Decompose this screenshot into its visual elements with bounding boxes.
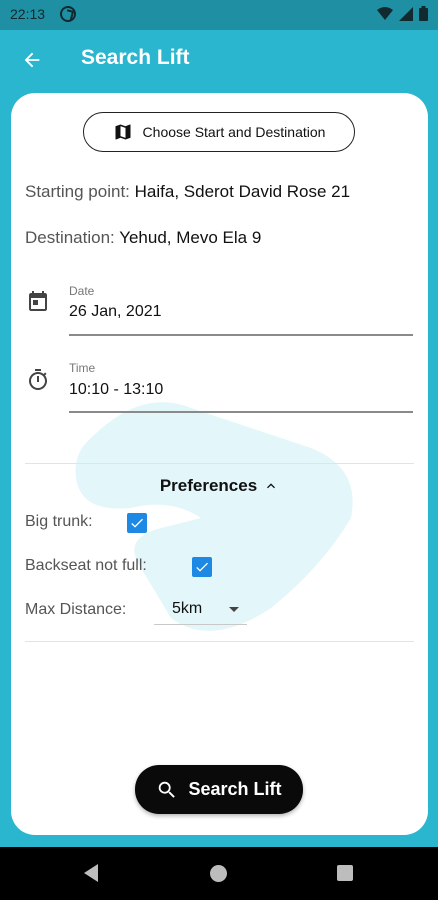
status-bar: 22:13: [0, 0, 438, 30]
system-nav-bar: [0, 847, 438, 900]
timer-icon: [29, 369, 47, 390]
big-trunk-checkbox[interactable]: [127, 513, 147, 533]
status-time: 22:13: [10, 6, 46, 22]
chevron-up-icon: [267, 483, 276, 489]
map-icon: [115, 124, 131, 140]
date-label: Date: [69, 284, 95, 298]
search-lift-button[interactable]: Search Lift: [135, 765, 303, 814]
battery-icon: [419, 6, 428, 21]
destination-label: Destination:: [25, 228, 115, 247]
check-icon: [131, 518, 143, 528]
choose-button-label: Choose Start and Destination: [142, 124, 326, 140]
destination-value: Yehud, Mevo Ela 9: [119, 228, 262, 247]
app-bar: Search Lift: [0, 30, 438, 90]
time-label: Time: [69, 361, 96, 375]
max-distance-label: Max Distance:: [25, 601, 127, 618]
signal-icon: [399, 6, 413, 21]
starting-point-row: Starting point: Haifa, Sderot David Rose…: [25, 182, 350, 202]
nav-home-icon[interactable]: [210, 865, 227, 882]
date-underline: [69, 334, 413, 336]
search-button-label: Search Lift: [188, 779, 282, 799]
status-notification-icon: [60, 6, 76, 22]
max-distance-dropdown[interactable]: 5km: [154, 597, 247, 625]
preferences-title: Preferences: [159, 476, 258, 495]
status-icons: [377, 6, 428, 21]
date-value[interactable]: 26 Jan, 2021: [69, 303, 162, 321]
back-button[interactable]: [18, 46, 46, 74]
destination-row: Destination: Yehud, Mevo Ela 9: [25, 228, 261, 248]
arrow-back-icon: [24, 52, 40, 68]
dropdown-caret-icon: [229, 607, 239, 612]
starting-point-value: Haifa, Sderot David Rose 21: [134, 182, 351, 201]
max-distance-value: 5km: [172, 600, 203, 617]
divider-top: [25, 463, 414, 464]
search-card: Choose Start and Destination Starting po…: [11, 93, 428, 835]
check-icon: [196, 562, 208, 572]
backseat-label: Backseat not full:: [25, 557, 147, 574]
big-trunk-label: Big trunk:: [25, 513, 93, 530]
search-icon: [159, 781, 176, 798]
starting-point-label: Starting point:: [25, 182, 130, 201]
wifi-icon: [377, 6, 393, 20]
choose-start-destination-button[interactable]: Choose Start and Destination: [83, 112, 355, 152]
calendar-icon: [29, 291, 47, 311]
nav-recents-icon[interactable]: [337, 865, 353, 881]
divider-bottom: [25, 641, 414, 642]
backseat-checkbox[interactable]: [192, 557, 212, 577]
nav-back-icon[interactable]: [84, 864, 98, 882]
time-value[interactable]: 10:10 - 13:10: [69, 381, 163, 399]
time-underline: [69, 411, 413, 413]
page-title: Search Lift: [81, 46, 190, 69]
preferences-toggle[interactable]: Preferences: [11, 476, 428, 496]
